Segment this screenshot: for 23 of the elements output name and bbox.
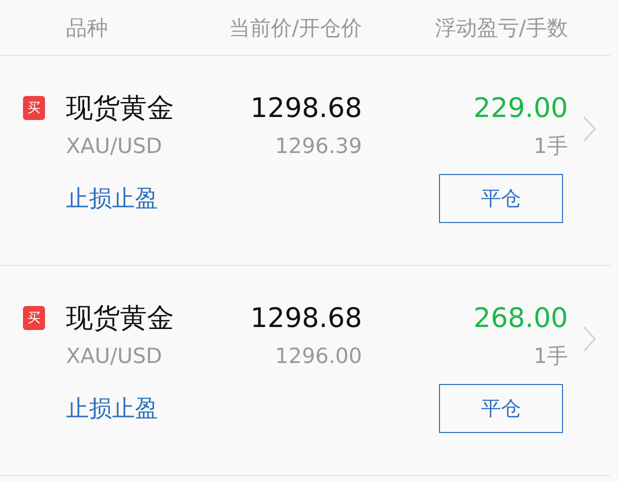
stop-loss-take-profit-link[interactable]: 止损止盈 — [66, 393, 158, 424]
lot-count: 1手 — [534, 343, 568, 370]
current-price: 1298.68 — [250, 92, 362, 124]
chevron-right-icon[interactable] — [583, 116, 596, 142]
instrument-name: 现货黄金 — [66, 302, 175, 336]
open-price: 1296.39 — [275, 134, 362, 158]
chevron-right-icon[interactable] — [583, 326, 596, 352]
buy-badge: 买 — [23, 96, 45, 120]
instrument-symbol: XAU/USD — [66, 344, 164, 368]
current-price: 1298.68 — [250, 302, 362, 334]
floating-pnl: 268.00 — [474, 302, 568, 334]
instrument-symbol: XAU/USD — [66, 134, 164, 158]
close-position-button[interactable]: 平仓 — [439, 384, 563, 433]
open-price: 1296.00 — [275, 344, 362, 368]
floating-pnl: 229.00 — [474, 92, 568, 124]
instrument-name: 现货黄金 — [66, 92, 175, 126]
column-header: 当前价/开仓价 — [228, 14, 362, 42]
column-header: 浮动盈亏/手数 — [434, 14, 568, 42]
close-position-button[interactable]: 平仓 — [439, 174, 563, 223]
stop-loss-take-profit-link[interactable]: 止损止盈 — [66, 183, 158, 214]
column-header: 品种 — [66, 14, 109, 42]
buy-badge: 买 — [23, 306, 45, 330]
lot-count: 1手 — [534, 133, 568, 160]
